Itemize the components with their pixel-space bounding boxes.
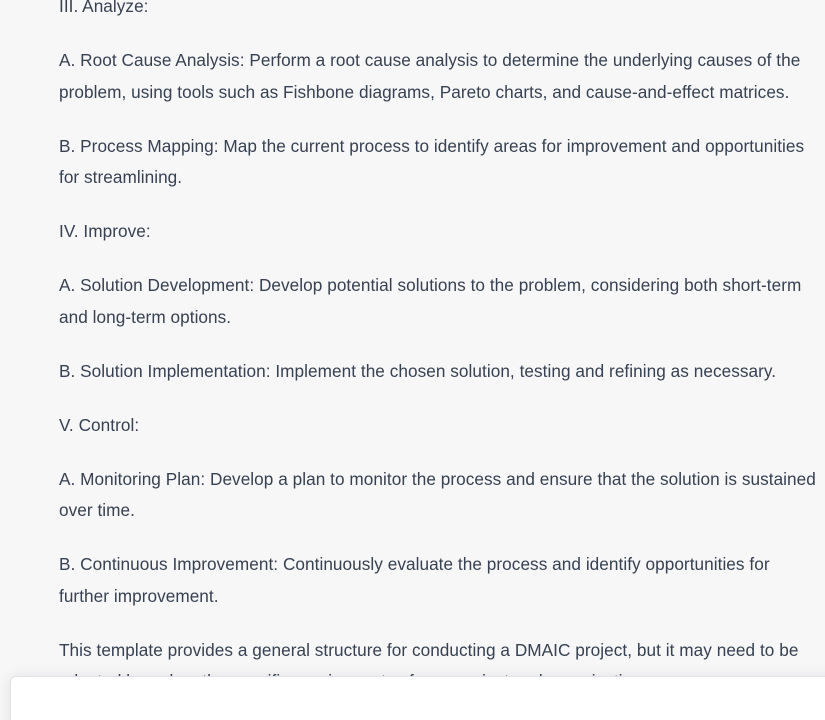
message-composer[interactable] xyxy=(10,676,825,720)
paragraph-process-mapping: B. Process Mapping: Map the current proc… xyxy=(59,135,805,188)
paragraph-monitoring-plan: A. Monitoring Plan: Develop a plan to mo… xyxy=(59,468,816,521)
section-heading-control: V. Control: xyxy=(59,414,140,435)
paragraph-continuous-improvement: B. Continuous Improvement: Continuously … xyxy=(59,554,770,606)
paragraph-solution-implementation: B. Solution Implementation: Implement th… xyxy=(59,360,777,381)
section-heading-improve: IV. Improve: xyxy=(59,221,151,241)
assistant-message: III. Analyze: A. Root Cause Analysis: Pe… xyxy=(59,0,819,720)
paragraph-solution-development: A. Solution Development: Develop potenti… xyxy=(59,275,802,327)
paragraph-root-cause-analysis: A. Root Cause Analysis: Perform a root c… xyxy=(59,50,801,102)
section-heading-analyze: III. Analyze: xyxy=(59,0,149,16)
